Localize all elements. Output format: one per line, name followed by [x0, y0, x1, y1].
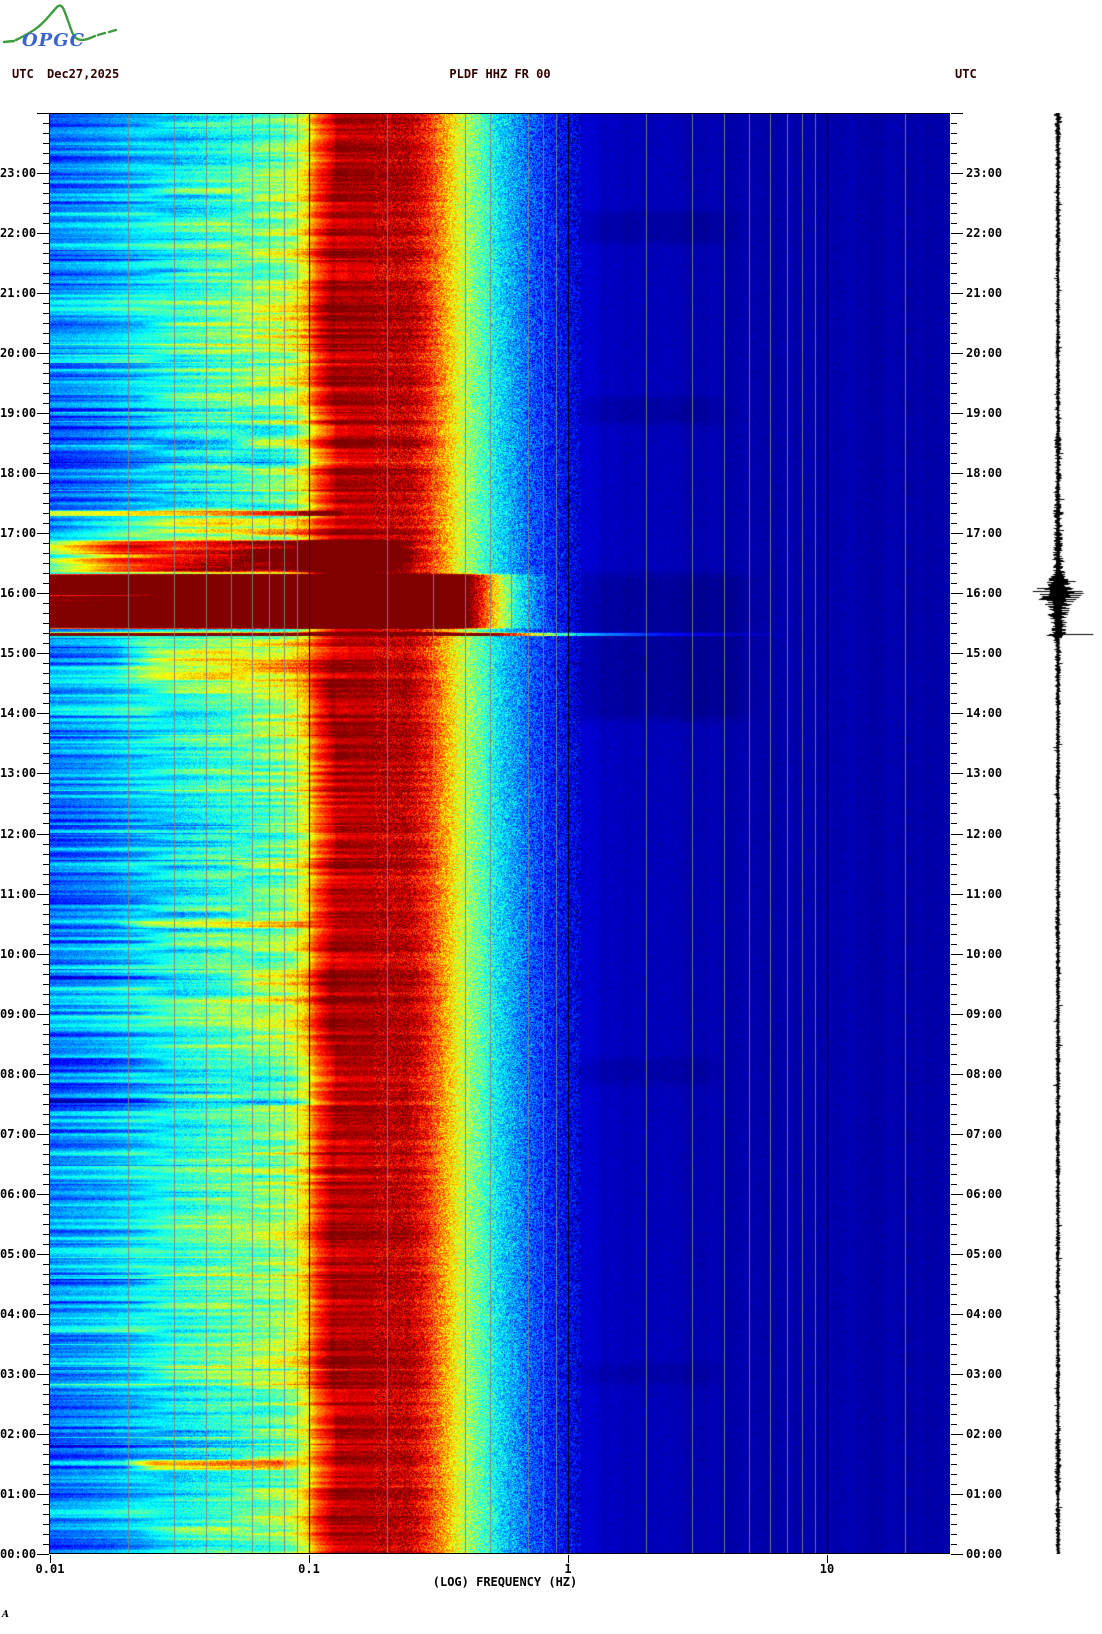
time-label-left: 23:00	[0, 166, 36, 180]
time-label-right: 05:00	[966, 1247, 1002, 1261]
time-label-right: 03:00	[966, 1367, 1002, 1381]
time-label-right: 23:00	[966, 166, 1002, 180]
time-label-left: 12:00	[0, 827, 36, 841]
time-label-left: 18:00	[0, 466, 36, 480]
time-label-left: 02:00	[0, 1427, 36, 1441]
spectrogram-canvas	[50, 113, 950, 1554]
time-label-left: 13:00	[0, 766, 36, 780]
time-label-left: 04:00	[0, 1307, 36, 1321]
time-label-right: 15:00	[966, 646, 1002, 660]
time-label-left: 06:00	[0, 1187, 36, 1201]
time-label-left: 09:00	[0, 1007, 36, 1021]
time-label-right: 18:00	[966, 466, 1002, 480]
time-label-right: 14:00	[966, 706, 1002, 720]
time-label-right: 09:00	[966, 1007, 1002, 1021]
time-label-right: 19:00	[966, 406, 1002, 420]
time-label-right: 16:00	[966, 586, 1002, 600]
corner-mark: A	[2, 1610, 9, 1620]
time-label-left: 16:00	[0, 586, 36, 600]
time-label-left: 08:00	[0, 1067, 36, 1081]
time-label-right: 13:00	[966, 766, 1002, 780]
time-label-right: 06:00	[966, 1187, 1002, 1201]
time-label-right: 10:00	[966, 947, 1002, 961]
utc-label-left: UTC	[12, 67, 34, 81]
sgram-page: OPGC UTC Dec27,2025 PLDF HHZ FR 00 UTC 2…	[0, 0, 1102, 1634]
time-label-left: 05:00	[0, 1247, 36, 1261]
time-label-right: 01:00	[966, 1487, 1002, 1501]
utc-label-right: UTC	[955, 67, 977, 81]
time-label-right: 21:00	[966, 286, 1002, 300]
time-label-left: 19:00	[0, 406, 36, 420]
date-label: Dec27,2025	[47, 67, 119, 81]
time-label-right: 04:00	[966, 1307, 1002, 1321]
seismogram-trace-canvas	[1008, 113, 1102, 1554]
time-label-right: 00:00	[966, 1547, 1002, 1561]
time-label-right: 11:00	[966, 887, 1002, 901]
time-label-left: 21:00	[0, 286, 36, 300]
time-label-left: 15:00	[0, 646, 36, 660]
time-label-right: 17:00	[966, 526, 1002, 540]
x-axis-title: (LOG) FREQUENCY (HZ)	[433, 1575, 578, 1589]
time-label-right: 12:00	[966, 827, 1002, 841]
time-label-right: 22:00	[966, 226, 1002, 240]
time-label-right: 02:00	[966, 1427, 1002, 1441]
freq-tick-label: 0.01	[36, 1562, 65, 1576]
time-label-left: 11:00	[0, 887, 36, 901]
time-label-left: 22:00	[0, 226, 36, 240]
time-label-left: 03:00	[0, 1367, 36, 1381]
time-label-right: 20:00	[966, 346, 1002, 360]
time-label-left: 00:00	[0, 1547, 36, 1561]
time-label-left: 01:00	[0, 1487, 36, 1501]
station-title: PLDF HHZ FR 00	[449, 67, 550, 81]
time-label-left: 14:00	[0, 706, 36, 720]
freq-tick-label: 1	[564, 1562, 571, 1576]
time-label-right: 08:00	[966, 1067, 1002, 1081]
time-label-left: 07:00	[0, 1127, 36, 1141]
time-label-left: 20:00	[0, 346, 36, 360]
freq-tick-label: 10	[820, 1562, 834, 1576]
freq-tick-label: 0.1	[298, 1562, 320, 1576]
opgc-logo: OPGC	[2, 2, 122, 56]
time-label-right: 07:00	[966, 1127, 1002, 1141]
time-label-left: 17:00	[0, 526, 36, 540]
time-label-left: 10:00	[0, 947, 36, 961]
logo-text: OPGC	[22, 30, 85, 51]
